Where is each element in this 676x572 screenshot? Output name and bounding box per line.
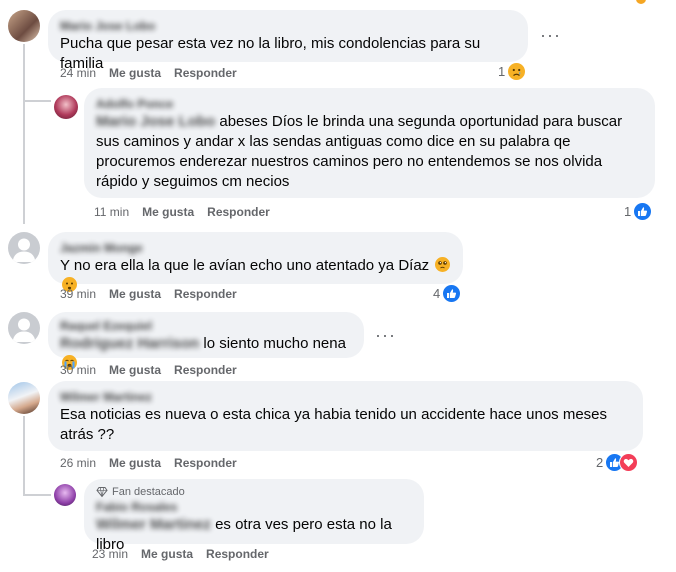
comment-author[interactable]: Adolfo Ponce bbox=[96, 96, 643, 112]
comment-actions: 11 min Me gusta Responder bbox=[94, 204, 283, 220]
mention-tag[interactable]: Rodriguez Harrison bbox=[60, 335, 199, 352]
thread-branch bbox=[23, 494, 51, 496]
more-options-icon[interactable]: ··· bbox=[375, 326, 396, 344]
reply-button[interactable]: Responder bbox=[174, 287, 237, 301]
comment-time[interactable]: 26 min bbox=[60, 456, 96, 470]
comment-bubble: Adolfo Ponce Mario Jose Lobo abeses Díos… bbox=[84, 88, 655, 198]
like-button[interactable]: Me gusta bbox=[141, 547, 193, 561]
comment-text: Esa noticias es nueva o esta chica ya ha… bbox=[60, 406, 608, 443]
notification-dot-icon bbox=[636, 0, 646, 4]
reaction-count: 1 bbox=[624, 204, 632, 219]
fan-badge: Fan destacado bbox=[96, 485, 412, 499]
thread-line bbox=[23, 416, 25, 496]
comment-author[interactable]: Fabio Rosales bbox=[96, 499, 412, 515]
mention-tag[interactable]: Wilmer Martinez bbox=[96, 516, 211, 533]
pleading-face-icon bbox=[435, 257, 451, 272]
like-icon bbox=[442, 284, 462, 303]
avatar[interactable] bbox=[8, 312, 40, 344]
comment-time[interactable]: 23 min bbox=[92, 547, 128, 561]
default-avatar-icon bbox=[12, 238, 36, 262]
comment-author[interactable]: Mario Jose Lobo bbox=[60, 18, 516, 34]
comment-time[interactable]: 30 min bbox=[60, 363, 96, 377]
comment-bubble: Wilmer Martinez Esa noticias es nueva o … bbox=[48, 381, 643, 451]
reaction-summary[interactable]: 4 bbox=[433, 284, 462, 303]
comment-bubble: Fan destacado Fabio Rosales Wilmer Marti… bbox=[84, 479, 424, 553]
comment-time[interactable]: 11 min bbox=[94, 205, 129, 219]
reaction-count: 2 bbox=[596, 455, 604, 470]
comment-time[interactable]: 39 min bbox=[60, 287, 96, 301]
reply-button[interactable]: Responder bbox=[174, 456, 237, 470]
avatar[interactable] bbox=[8, 10, 40, 42]
comment-actions: 23 min Me gusta Responder bbox=[92, 546, 282, 562]
comment-actions: 24 min Me gusta Responder bbox=[60, 65, 250, 81]
comment-bubble: Jazmin Monge Y no era ella la que le aví… bbox=[48, 232, 463, 292]
diamond-icon bbox=[96, 487, 108, 498]
reply-button[interactable]: Responder bbox=[174, 363, 237, 377]
comment-author[interactable]: Jazmin Monge bbox=[60, 240, 451, 256]
like-button[interactable]: Me gusta bbox=[109, 66, 161, 80]
reply-button[interactable]: Responder bbox=[206, 547, 269, 561]
reply-button[interactable]: Responder bbox=[207, 205, 270, 219]
thread-branch bbox=[23, 100, 51, 102]
reaction-count: 4 bbox=[433, 286, 441, 301]
comment-time[interactable]: 24 min bbox=[60, 66, 96, 80]
like-button[interactable]: Me gusta bbox=[142, 205, 194, 219]
comment-bubble: Mario Jose Lobo Pucha que pesar esta vez… bbox=[48, 10, 528, 72]
reaction-summary[interactable]: 1 bbox=[624, 202, 653, 221]
like-button[interactable]: Me gusta bbox=[109, 287, 161, 301]
more-options-icon[interactable]: ··· bbox=[540, 26, 561, 44]
comment-actions: 30 min Me gusta Responder bbox=[60, 362, 250, 378]
comment-actions: 26 min Me gusta Responder bbox=[60, 455, 250, 471]
mention-tag[interactable]: Mario Jose Lobo bbox=[96, 113, 215, 130]
avatar[interactable] bbox=[54, 95, 78, 119]
like-icon bbox=[633, 202, 653, 221]
sad-icon bbox=[507, 62, 527, 81]
comment-text: Mario Jose Lobo abeses Díos le brinda un… bbox=[96, 113, 623, 190]
reaction-count: 1 bbox=[498, 64, 506, 79]
reaction-summary[interactable]: 2 bbox=[596, 453, 639, 472]
comment-bubble: Raquel Ezequiel Rodriguez Harrison lo si… bbox=[48, 312, 364, 370]
thread-line bbox=[23, 44, 25, 224]
comment-author[interactable]: Raquel Ezequiel bbox=[60, 318, 352, 334]
comment-actions: 39 min Me gusta Responder bbox=[60, 286, 250, 302]
badge-label: Fan destacado bbox=[112, 486, 185, 498]
avatar[interactable] bbox=[8, 232, 40, 264]
comment-author[interactable]: Wilmer Martinez bbox=[60, 389, 631, 405]
like-button[interactable]: Me gusta bbox=[109, 363, 161, 377]
love-icon bbox=[619, 453, 639, 472]
like-button[interactable]: Me gusta bbox=[109, 456, 161, 470]
reply-button[interactable]: Responder bbox=[174, 66, 237, 80]
avatar[interactable] bbox=[54, 484, 76, 506]
reaction-summary[interactable]: 1 bbox=[498, 62, 527, 81]
avatar[interactable] bbox=[8, 382, 40, 414]
default-avatar-icon bbox=[12, 318, 36, 342]
